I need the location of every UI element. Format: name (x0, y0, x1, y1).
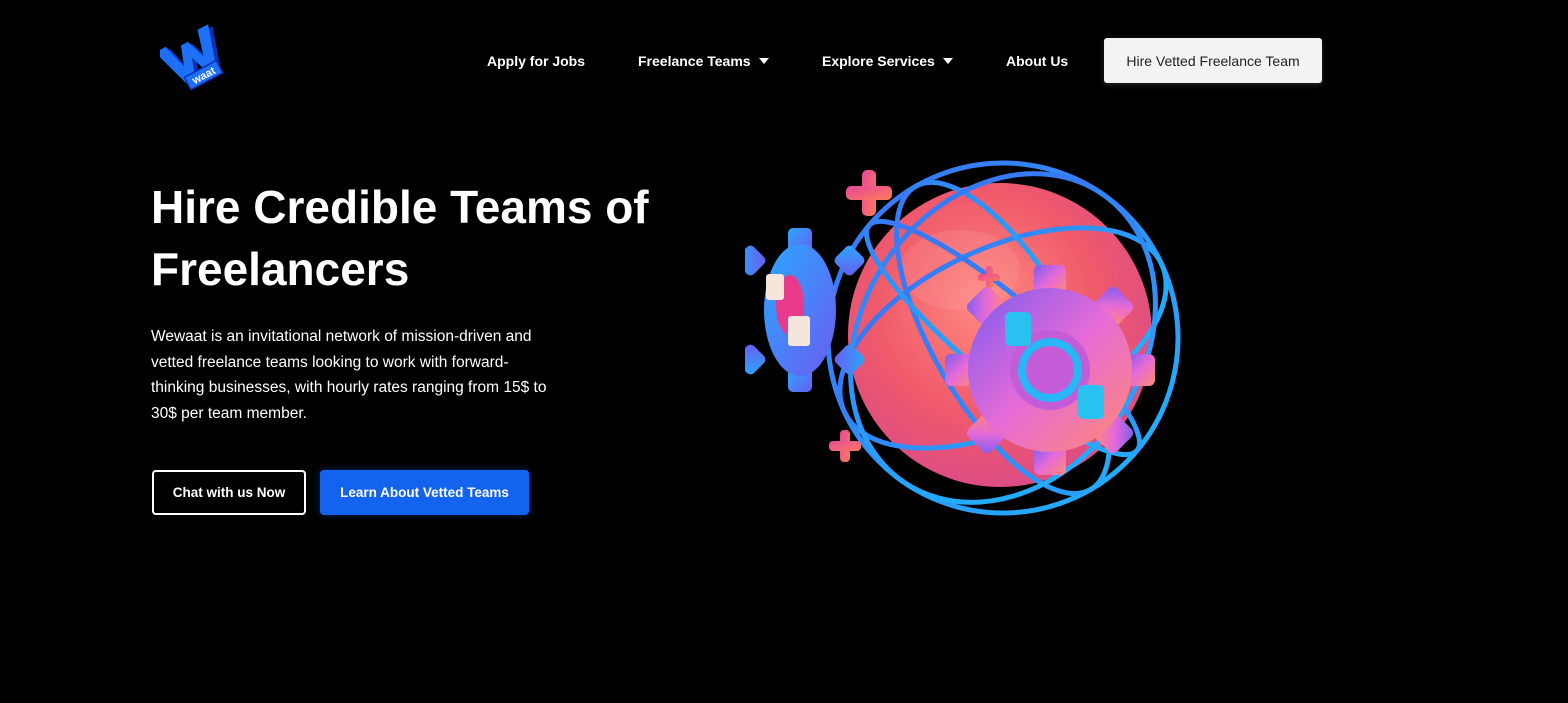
nav-explore-services-dropdown[interactable]: Explore Services (822, 53, 953, 69)
learn-vetted-teams-button[interactable]: Learn About Vetted Teams (320, 470, 529, 515)
landing-page: waat Apply for Jobs Freelance Teams Expl… (0, 0, 1568, 703)
nav-apply-jobs[interactable]: Apply for Jobs (487, 53, 585, 69)
nav-about-us[interactable]: About Us (1006, 53, 1068, 69)
caret-down-icon (942, 58, 953, 64)
nav-apply-jobs-label: Apply for Jobs (487, 52, 586, 69)
wewaat-logo-icon[interactable]: waat (155, 24, 232, 94)
hero-description: Wewaat is an invitational network of mis… (151, 328, 547, 422)
nav-freelance-teams-dropdown[interactable]: Freelance Teams (638, 53, 769, 69)
hero-title: Hire Credible Teams of Freelancers (151, 181, 649, 295)
chat-with-us-button[interactable]: Chat with us Now (152, 470, 306, 515)
nav-freelance-teams-label: Freelance Teams (638, 52, 751, 69)
hire-vetted-team-button[interactable]: Hire Vetted Freelance Team (1104, 38, 1322, 83)
nav-explore-services-label: Explore Services (822, 52, 935, 69)
globe-gears-illustration (735, 150, 1185, 530)
caret-down-icon (758, 58, 769, 64)
nav-about-us-label: About Us (1006, 52, 1069, 69)
